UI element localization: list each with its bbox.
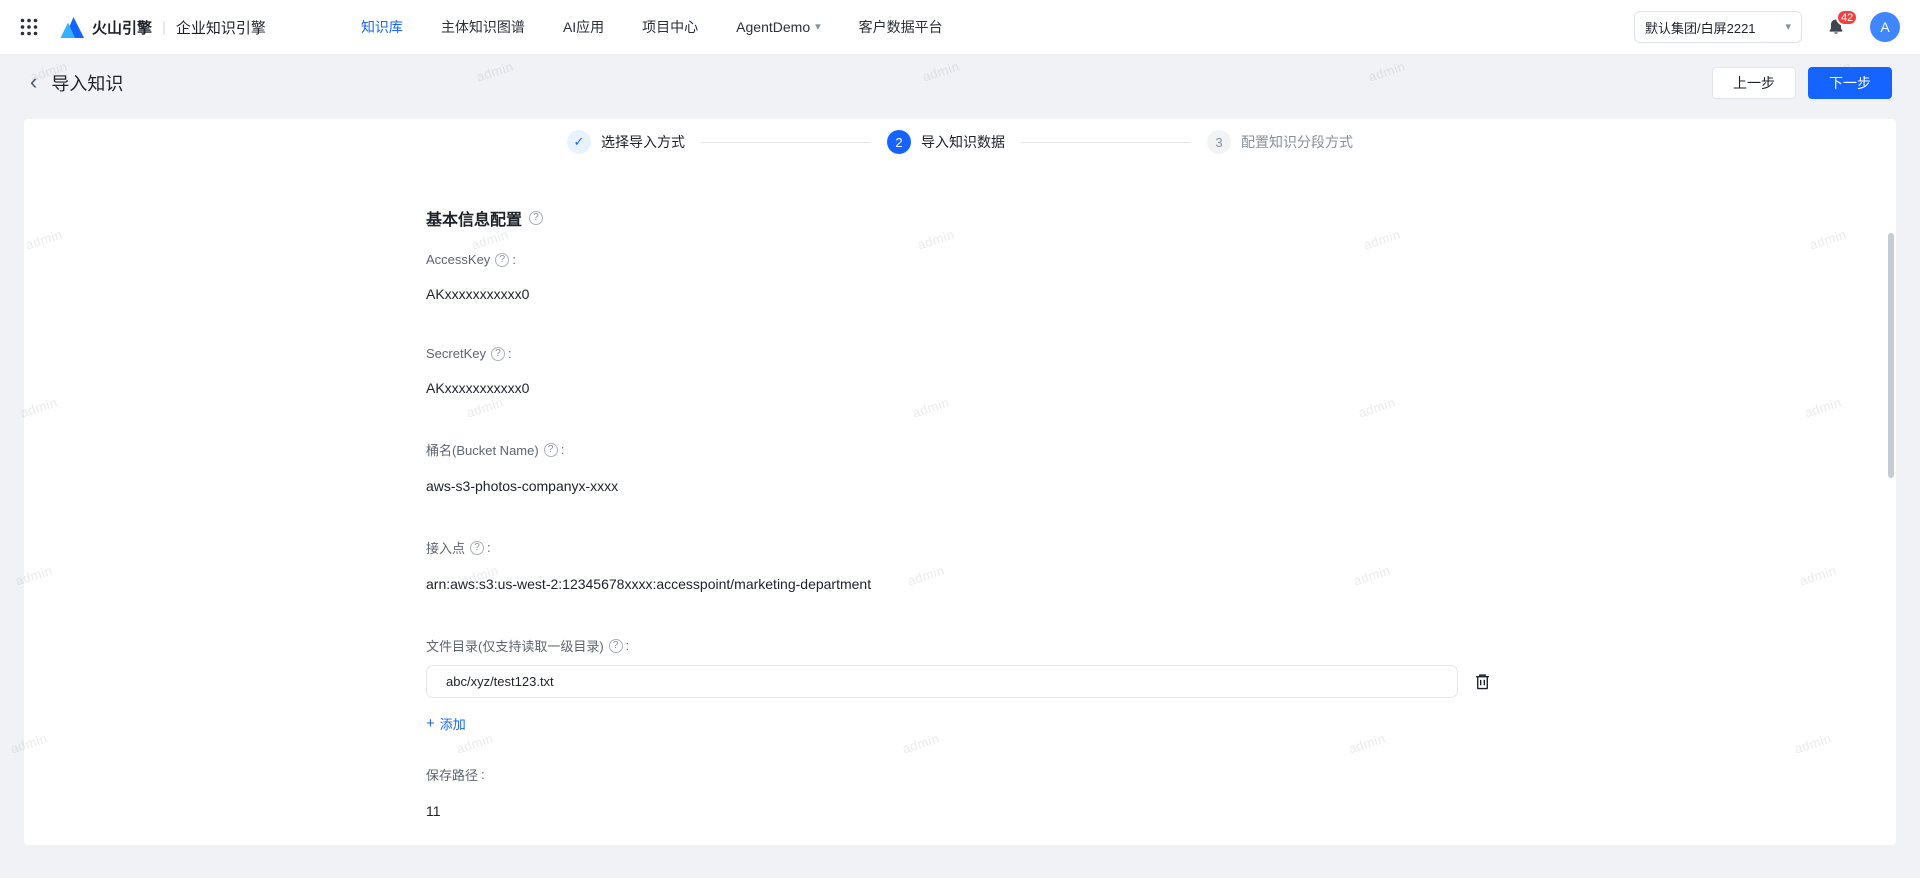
section-title-text: 基本信息配置 [426,212,523,229]
stepper: ✓ 选择导入方式 2 导入知识数据 3 配置知识分段方式 [24,119,1896,154]
page-title: 导入知识 [51,74,124,94]
field-value: arn:aws:s3:us-west-2:12345678xxxx:access… [426,576,872,592]
field-save-path: 保存路径: 11 [426,765,1896,821]
add-label: 添加 [439,717,466,732]
help-icon[interactable]: ? [490,346,505,361]
notification-badge: 42 [1836,9,1859,26]
topbar-right: 默认集团/白屏2221 ▾ 42 A [1634,9,1900,43]
nav-item-knowledge-base[interactable]: 知识库 [361,17,403,37]
field-colon: : [512,252,516,267]
trash-icon[interactable] [1474,673,1491,690]
brand-divider: | [162,18,166,36]
page-header: ‹ 导入知识 上一步 下一步 [0,55,1920,111]
step-label: 导入知识数据 [921,134,1005,150]
tenant-select[interactable]: 默认集团/白屏2221 ▾ [1634,11,1802,43]
field-label: AccessKey ? : [426,252,1896,267]
header-actions: 上一步 下一步 [1712,67,1892,99]
nav-label: 知识库 [360,19,403,35]
field-value: aws-s3-photos-companyx-xxxx [426,478,619,494]
check-icon: ✓ [567,130,591,154]
field-secretkey: SecretKey ? : AKxxxxxxxxxxx0 [426,346,1896,398]
nav-item-ai-apps[interactable]: AI应用 [563,17,604,37]
field-access-point: 接入点 ? : arn:aws:s3:us-west-2:12345678xxx… [426,538,1896,594]
field-file-directory: 文件目录(仅支持读取一级目录) ? : + 添加 [426,636,1896,733]
field-label: 接入点 ? : [426,538,1896,557]
field-label: 保存路径: [426,765,1896,784]
step-number: 3 [1207,130,1231,154]
chevron-down-icon: ▾ [1785,20,1791,33]
field-bucket-name: 桶名(Bucket Name) ? : aws-s3-photos-compan… [426,440,1896,496]
plus-icon: + [426,715,435,732]
field-colon: : [625,638,630,653]
field-label-text: 保存路径 [426,768,479,783]
notification-bell[interactable]: 42 [1826,9,1859,37]
user-avatar[interactable]: A [1870,12,1900,42]
nav-item-project-center[interactable]: 项目中心 [642,17,698,37]
help-icon[interactable]: ? [495,252,510,267]
nav-label: 主体知识图谱 [440,19,525,35]
brand-name: 火山引擎 [92,19,153,37]
tenant-select-value: 默认集团/白屏2221 [1645,20,1756,36]
back-icon[interactable]: ‹ [30,70,37,93]
step-3-configure-segmentation: 3 配置知识分段方式 [1207,130,1353,154]
help-icon[interactable]: ? [543,442,558,457]
field-label-text: AccessKey [426,252,491,267]
nav-label: AI应用 [562,19,605,35]
chevron-down-icon: ▾ [815,20,821,33]
field-colon: : [481,767,485,782]
field-colon: : [560,442,565,457]
field-label: SecretKey ? : [426,346,1896,361]
nav-item-customer-data-platform[interactable]: 客户数据平台 [859,17,943,37]
field-label-text: SecretKey [426,346,486,361]
field-value: 11 [426,803,441,819]
app-grid-icon[interactable] [20,18,38,36]
next-step-button[interactable]: 下一步 [1808,67,1892,99]
help-icon[interactable]: ? [470,540,485,555]
nav-label: 客户数据平台 [858,19,943,35]
field-value: AKxxxxxxxxxxx0 [426,286,530,302]
field-value: AKxxxxxxxxxxx0 [426,380,530,396]
help-icon[interactable]: ? [529,211,544,225]
field-label-text: 桶名(Bucket Name) [426,443,539,458]
step-1-choose-import-method: ✓ 选择导入方式 [567,130,685,154]
top-navigation: 知识库 主体知识图谱 AI应用 项目中心 AgentDemo ▾ 客户数据平台 [361,17,943,37]
volcengine-logo-icon [60,16,84,38]
field-accesskey: AccessKey ? : AKxxxxxxxxxxx0 [426,252,1896,304]
step-2-import-knowledge-data: 2 导入知识数据 [887,130,1005,154]
content-card: ✓ 选择导入方式 2 导入知识数据 3 配置知识分段方式 基本信息配置 ? Ac… [24,119,1896,845]
help-icon[interactable]: ? [608,638,623,653]
field-colon: : [507,346,512,361]
field-label-text: 文件目录(仅支持读取一级目录) [426,639,604,654]
vertical-scrollbar-thumb[interactable] [1888,233,1894,478]
file-directory-input[interactable] [426,665,1458,698]
nav-label: 项目中心 [642,19,699,35]
section-title: 基本信息配置 ? [426,206,1896,230]
field-label: 桶名(Bucket Name) ? : [426,440,1896,459]
step-label: 选择导入方式 [601,134,685,150]
nav-label: AgentDemo [736,19,811,35]
add-directory-link[interactable]: + 添加 [426,714,466,733]
step-label: 配置知识分段方式 [1241,134,1353,150]
nav-item-knowledge-graph[interactable]: 主体知识图谱 [441,17,525,37]
product-name: 企业知识引擎 [175,19,266,37]
field-label-text: 接入点 [426,541,466,556]
basic-info-form: 基本信息配置 ? AccessKey ? : AKxxxxxxxxxxx0 Se… [426,154,1896,821]
field-label: 文件目录(仅支持读取一级目录) ? : [426,636,1896,655]
nav-item-agent-demo[interactable]: AgentDemo ▾ [736,19,820,35]
step-connector [701,141,871,143]
field-colon: : [487,540,491,555]
topbar: 火山引擎 | 企业知识引擎 知识库 主体知识图谱 AI应用 项目中心 Agent… [0,0,1920,55]
step-connector [1021,141,1191,143]
step-number: 2 [887,130,911,154]
file-directory-row [426,665,1896,698]
prev-step-button[interactable]: 上一步 [1712,67,1796,99]
